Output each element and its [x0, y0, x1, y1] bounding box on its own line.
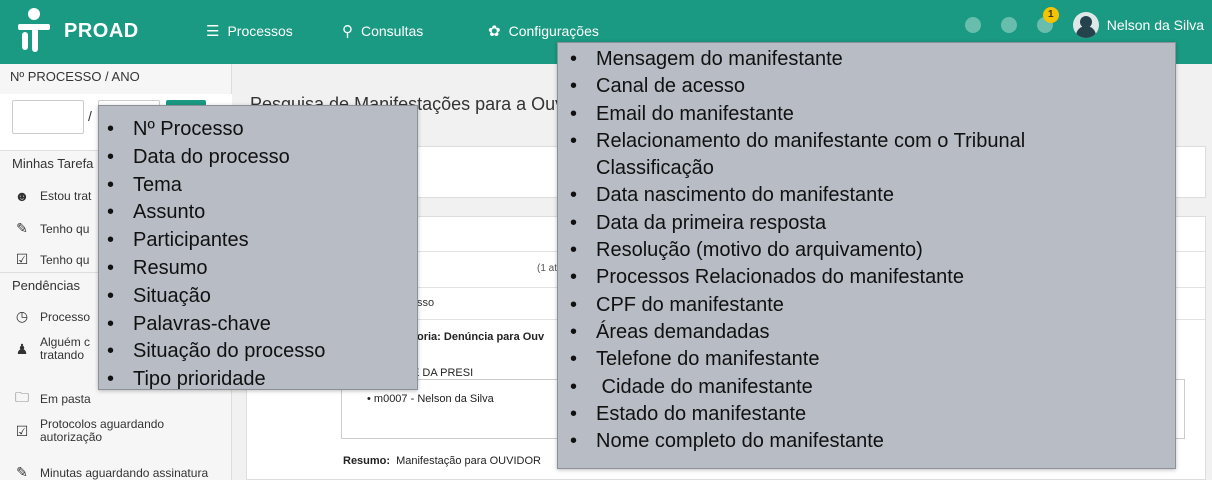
edit-icon: ✎ — [16, 220, 28, 236]
list-item: Situação — [107, 283, 325, 311]
sidebar-item-task[interactable]: ☻ Estou trat — [14, 188, 92, 204]
list-item: Cidade do manifestante — [570, 374, 1025, 402]
navbar-right: 1 Nelson da Silva — [964, 7, 1204, 38]
nav-configuracoes-label: Configurações — [508, 23, 599, 39]
fields-list: Mensagem do manifestanteCanal de acessoE… — [570, 46, 1025, 456]
notification-badge: 1 — [1042, 7, 1059, 23]
list-item: Nome completo do manifestante — [570, 428, 1025, 456]
list-item: Classificação — [596, 157, 714, 180]
fields-list-popup-left: Nº Processo Data do processo Tema Assunt… — [98, 105, 418, 394]
list-item: Situação do processo — [107, 338, 325, 366]
list-item: Nº Processo — [107, 116, 325, 144]
nav-processos-label: Processos — [227, 23, 293, 39]
list-item: Resumo — [107, 255, 325, 283]
checkbox-icon: ☑ — [15, 422, 29, 439]
sidebar-item-pending[interactable]: ✎ Minutas aguardando assinatura — [14, 464, 208, 480]
logo-text: PROAD — [64, 19, 139, 42]
column-header: sso — [417, 297, 435, 309]
sidebar-item-pending[interactable]: ♟ Alguém c tratando — [14, 336, 90, 362]
logo[interactable]: PROAD — [14, 6, 139, 56]
menu-icon: ☰ — [206, 23, 220, 40]
list-item: Áreas demandadas — [570, 319, 1025, 347]
nav-processos[interactable]: ☰ Processos — [206, 22, 293, 40]
nav-consultas-label: Consultas — [361, 23, 424, 39]
sidebar-item-pending[interactable]: ☑ Protocolos aguardando autorização — [14, 418, 164, 444]
sidebar-item-task[interactable]: ☑ Tenho qu — [14, 251, 90, 268]
list-item: Participantes — [107, 227, 325, 255]
user-icon: ☻ — [14, 188, 30, 204]
sidebar-item-label: Protocolos aguardando autorização — [40, 417, 165, 444]
list-item: Data do processo — [107, 144, 325, 172]
edit-icon: ✎ — [16, 464, 28, 480]
sidebar-item-label: Alguém c tratando — [40, 335, 91, 362]
checkbox-icon: ☑ — [15, 251, 29, 267]
sidebar-item-label: Estou trat — [40, 189, 92, 203]
sidebar-item-pending[interactable]: ◷ Processo — [14, 308, 90, 325]
nav-consultas[interactable]: ⚲ Consultas — [342, 22, 423, 40]
section-pending: Pendências — [12, 278, 80, 293]
avatar — [1072, 12, 1099, 38]
clock-icon: ◷ — [15, 308, 29, 324]
list-item: Processos Relacionados do manifestante — [570, 264, 1025, 292]
list-item: Relacionamento do manifestante com o Tri… — [570, 128, 1025, 156]
fields-list: Nº Processo Data do processo Tema Assunt… — [107, 116, 325, 394]
list-item: Estado do manifestante — [570, 401, 1025, 429]
list-item: Data nascimento do manifestante — [570, 182, 1025, 210]
user-menu[interactable]: Nelson da Silva — [1072, 12, 1204, 38]
process-number-label: Nº PROCESSO / ANO — [10, 69, 140, 84]
slash-separator: / — [88, 108, 92, 124]
summary-label: Resumo: — [343, 455, 391, 467]
participant-user: • m0007 - Nelson da Silva — [367, 393, 494, 405]
list-item: Canal de acesso — [570, 73, 1025, 101]
user-name: Nelson da Silva — [1106, 17, 1204, 33]
sidebar-item-label: Minutas aguardando assinatura — [40, 465, 209, 480]
bell-icon[interactable]: 1 — [1036, 7, 1059, 33]
gear-icon: ✿ — [488, 23, 501, 40]
section-my-tasks: Minhas Tarefa — [12, 156, 94, 171]
result-summary: Resumo: Manifestação para OUVIDOR — [343, 455, 541, 467]
sidebar-item-task[interactable]: ✎ Tenho qu — [14, 220, 89, 237]
group-icon: ♟ — [15, 340, 29, 357]
results-range: (1 at — [537, 263, 558, 274]
list-item: CPF do manifestante — [570, 292, 1025, 320]
list-item: Telefone do manifestante — [570, 346, 1025, 374]
sidebar-item-pending[interactable]: 🗀 Em pasta — [14, 387, 91, 411]
folder-icon: 🗀 — [15, 389, 29, 405]
sidebar-item-label: Processo — [40, 309, 91, 324]
list-item: Assunto — [107, 199, 325, 227]
list-item: Tema — [107, 172, 325, 200]
list-item: Email do manifestante — [570, 101, 1025, 129]
list-item: Tipo prioridade — [107, 366, 325, 394]
sidebar-item-label: Tenho qu — [40, 221, 90, 236]
settings-icon[interactable] — [1000, 17, 1017, 33]
list-item: Data da primeira resposta — [570, 210, 1025, 238]
nav-configuracoes[interactable]: ✿ Configurações — [488, 22, 599, 40]
logo-icon — [14, 6, 54, 56]
list-item: Mensagem do manifestante — [570, 46, 1025, 74]
list-item: Resolução (motivo do arquivamento) — [570, 237, 1025, 265]
help-icon[interactable] — [964, 17, 981, 33]
fields-list-popup-right: Mensagem do manifestanteCanal de acessoE… — [557, 42, 1176, 469]
summary-text: Manifestação para OUVIDOR — [396, 455, 541, 467]
sidebar-item-label: Em pasta — [40, 392, 91, 406]
result-category[interactable]: oria: Denúncia para Ouv — [417, 331, 544, 343]
list-item: Palavras-chave — [107, 311, 325, 339]
sidebar-item-label: Tenho qu — [40, 252, 90, 267]
search-icon: ⚲ — [342, 23, 353, 40]
process-number-input[interactable] — [12, 100, 84, 134]
